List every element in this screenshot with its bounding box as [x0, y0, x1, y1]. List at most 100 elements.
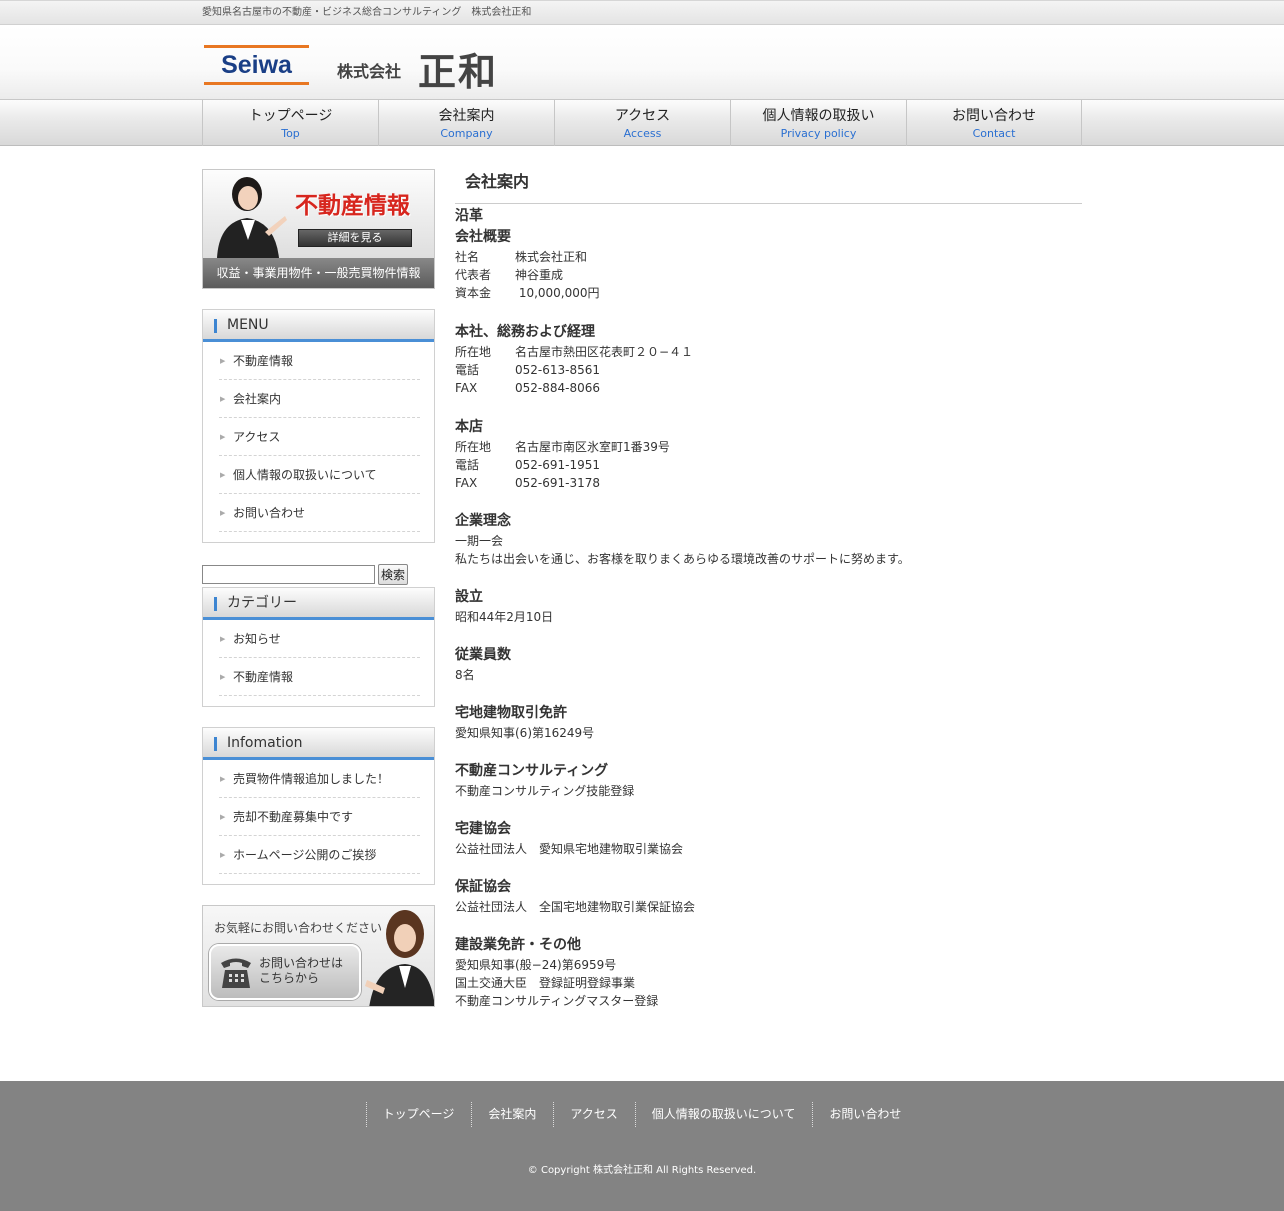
- content-wrap: 不動産情報 詳細を見る 収益・事業用物件・一般売買物件情報 MENU ▶ 不動産情…: [202, 146, 1082, 1080]
- row-key: 所在地: [455, 440, 492, 454]
- copyright: © Copyright 株式会社正和 All Rights Reserved.: [527, 1165, 757, 1176]
- widget-title: MENU: [203, 310, 434, 342]
- section-heading: 不動産コンサルティング: [455, 763, 609, 779]
- info-row: FAX 052-691-3178: [455, 474, 1082, 492]
- info-item[interactable]: ▶ 売買物件情報追加しました！: [219, 760, 420, 798]
- row-value: 10,000,000円: [515, 286, 600, 300]
- top-bar: 愛知県名古屋市の不動産・ビジネス総合コンサルティング 株式会社正和: [0, 0, 1284, 25]
- section-heading: 本社、総務および経理: [455, 324, 595, 340]
- row-key: 所在地: [455, 345, 492, 359]
- category-item-news[interactable]: ▶ お知らせ: [219, 620, 420, 658]
- banner-title: 不動産情報: [295, 192, 410, 219]
- nav-label: トップページ: [248, 108, 333, 124]
- footer-nav: トップページ 会社案内 アクセス 個人情報の取扱いについて お問い合わせ: [0, 1102, 1284, 1127]
- menu-item-access[interactable]: ▶ アクセス: [219, 418, 420, 456]
- arrow-icon: ▶: [220, 813, 226, 821]
- contact-banner[interactable]: お気軽にお問い合わせください お問い合わせは こちらから: [202, 905, 435, 1007]
- nav-item-privacy[interactable]: 個人情報の取扱い Privacy policy: [730, 100, 906, 146]
- menu-item-label: お問い合わせ: [233, 506, 306, 520]
- information-widget: Infomation ▶ 売買物件情報追加しました！ ▶ 売却不動産募集中です ▶ ホ…: [202, 727, 435, 885]
- section-text: 愛知県知事(6)第16249号: [455, 726, 595, 740]
- row-key: 資本金: [455, 286, 492, 300]
- section-head-office: 本社、総務および経理 所在地 名古屋市熱田区花表町２０−４１ 電話 052-613-…: [455, 322, 1082, 397]
- arrow-icon: ▶: [220, 851, 226, 859]
- nav-label: お問い合わせ: [952, 108, 1036, 124]
- menu-item-real-estate[interactable]: ▶ 不動産情報: [219, 342, 420, 380]
- nav-item-top[interactable]: トップページ Top: [202, 100, 378, 146]
- row-value: 052-691-3178: [515, 476, 601, 490]
- row-key: FAX: [455, 381, 478, 395]
- menu-item-label: 不動産情報: [233, 354, 294, 368]
- real-estate-banner[interactable]: 不動産情報 詳細を見る 収益・事業用物件・一般売買物件情報: [202, 169, 435, 289]
- contact-button[interactable]: お問い合わせは こちらから: [209, 944, 361, 1000]
- section-established: 設立 昭和44年2月10日: [455, 587, 1082, 626]
- menu-item-company[interactable]: ▶ 会社案内: [219, 380, 420, 418]
- info-row: 所在地 名古屋市熱田区花表町２０−４１: [455, 343, 1082, 361]
- nav-sublabel: Privacy policy: [780, 127, 857, 140]
- footer-link-top[interactable]: トップページ: [365, 1102, 472, 1127]
- footer-link-contact[interactable]: お問い合わせ: [812, 1102, 918, 1127]
- arrow-icon: ▶: [220, 635, 226, 643]
- menu-widget: MENU ▶ 不動産情報 ▶ 会社案内 ▶ アクセス ▶ 個人情報の取扱いについて ▶ お…: [202, 309, 435, 543]
- details-button[interactable]: 詳細を見る: [298, 229, 412, 247]
- site-tagline: 愛知県名古屋市の不動産・ビジネス総合コンサルティング 株式会社正和: [202, 7, 532, 18]
- brand-name[interactable]: 正和: [418, 41, 498, 96]
- nav-sublabel: Access: [623, 127, 662, 140]
- section-heading: 保証協会: [455, 879, 511, 895]
- section-text: 公益社団法人 全国宅地建物取引業保証協会: [455, 900, 696, 914]
- row-key: 社名: [455, 250, 480, 264]
- category-item-label: お知らせ: [233, 632, 281, 646]
- info-title: Infomation: [227, 735, 303, 751]
- search-button[interactable]: 検索: [378, 563, 408, 585]
- section-text: 8名: [455, 668, 475, 682]
- row-value: 052-884-8066: [515, 381, 601, 395]
- section-philosophy: 企業理念 一期一会 私たちは出会いを通じ、お客様を取りまくあらゆる環境改善のサポ…: [455, 511, 1082, 568]
- nav-label: 個人情報の取扱い: [762, 108, 875, 124]
- nav-sublabel: Top: [281, 127, 300, 140]
- widget-title: カテゴリー: [203, 588, 434, 620]
- info-item[interactable]: ▶ ホームページ公開のご挨拶: [219, 836, 420, 874]
- row-key: FAX: [455, 476, 478, 490]
- info-row: FAX 052-884-8066: [455, 379, 1082, 397]
- site-header: Seiwa 株式会社 正和: [0, 25, 1284, 100]
- contact-line-2: こちらから: [259, 971, 320, 985]
- nav-sublabel: Contact: [972, 127, 1016, 140]
- info-row: 電話 052-691-1951: [455, 456, 1082, 474]
- row-value: 神谷重成: [515, 268, 564, 282]
- footer-link-privacy[interactable]: 個人情報の取扱いについて: [634, 1102, 813, 1127]
- info-item-label: 売買物件情報追加しました！: [233, 772, 390, 786]
- footer-link-access[interactable]: アクセス: [553, 1102, 634, 1127]
- telephone-icon: [221, 958, 251, 988]
- businesswoman-image: [217, 177, 287, 258]
- section-takken-association: 宅建協会 公益社団法人 愛知県宅地建物取引業協会: [455, 819, 1082, 858]
- nav-label: アクセス: [614, 108, 671, 124]
- section-license: 宅地建物取引免許 愛知県知事(6)第16249号: [455, 703, 1082, 742]
- info-item-label: 売却不動産募集中です: [233, 810, 354, 824]
- row-value: 名古屋市南区氷室町1番39号: [515, 440, 670, 454]
- nav-item-access[interactable]: アクセス Access: [554, 100, 730, 146]
- footer-link-company[interactable]: 会社案内: [471, 1102, 553, 1127]
- section-main-store: 本店 所在地 名古屋市南区氷室町1番39号 電話 052-691-1951 FAX 0…: [455, 417, 1082, 492]
- section-text: 私たちは出会いを通じ、お客様を取りまくあらゆる環境改善のサポートに努めます。: [455, 552, 910, 566]
- title-bar-icon: [214, 597, 217, 611]
- nav-item-contact[interactable]: お問い合わせ Contact: [906, 100, 1082, 146]
- search-input[interactable]: [202, 564, 375, 584]
- info-item[interactable]: ▶ 売却不動産募集中です: [219, 798, 420, 836]
- section-heading: 本店: [455, 419, 483, 435]
- operator-woman-image: [365, 910, 434, 1006]
- category-item-real-estate[interactable]: ▶ 不動産情報: [219, 658, 420, 696]
- nav-item-company[interactable]: 会社案内 Company: [378, 100, 554, 146]
- nav-label: 会社案内: [438, 108, 495, 124]
- row-value: 052-613-8561: [515, 363, 601, 377]
- page-title: 会社案内: [455, 169, 1082, 204]
- section-text: 国土交通大臣 登録証明登録事業: [455, 976, 636, 990]
- info-row: 資本金 10,000,000円: [455, 284, 1082, 302]
- arrow-icon: ▶: [220, 471, 226, 479]
- search-form: 検索: [202, 563, 435, 585]
- seiwa-logo[interactable]: Seiwa: [204, 45, 309, 85]
- menu-item-contact[interactable]: ▶ お問い合わせ: [219, 494, 420, 532]
- row-key: 代表者: [455, 268, 492, 282]
- banner-top: 不動産情報 詳細を見る: [203, 170, 434, 258]
- menu-item-privacy[interactable]: ▶ 個人情報の取扱いについて: [219, 456, 420, 494]
- title-bar-icon: [214, 737, 217, 751]
